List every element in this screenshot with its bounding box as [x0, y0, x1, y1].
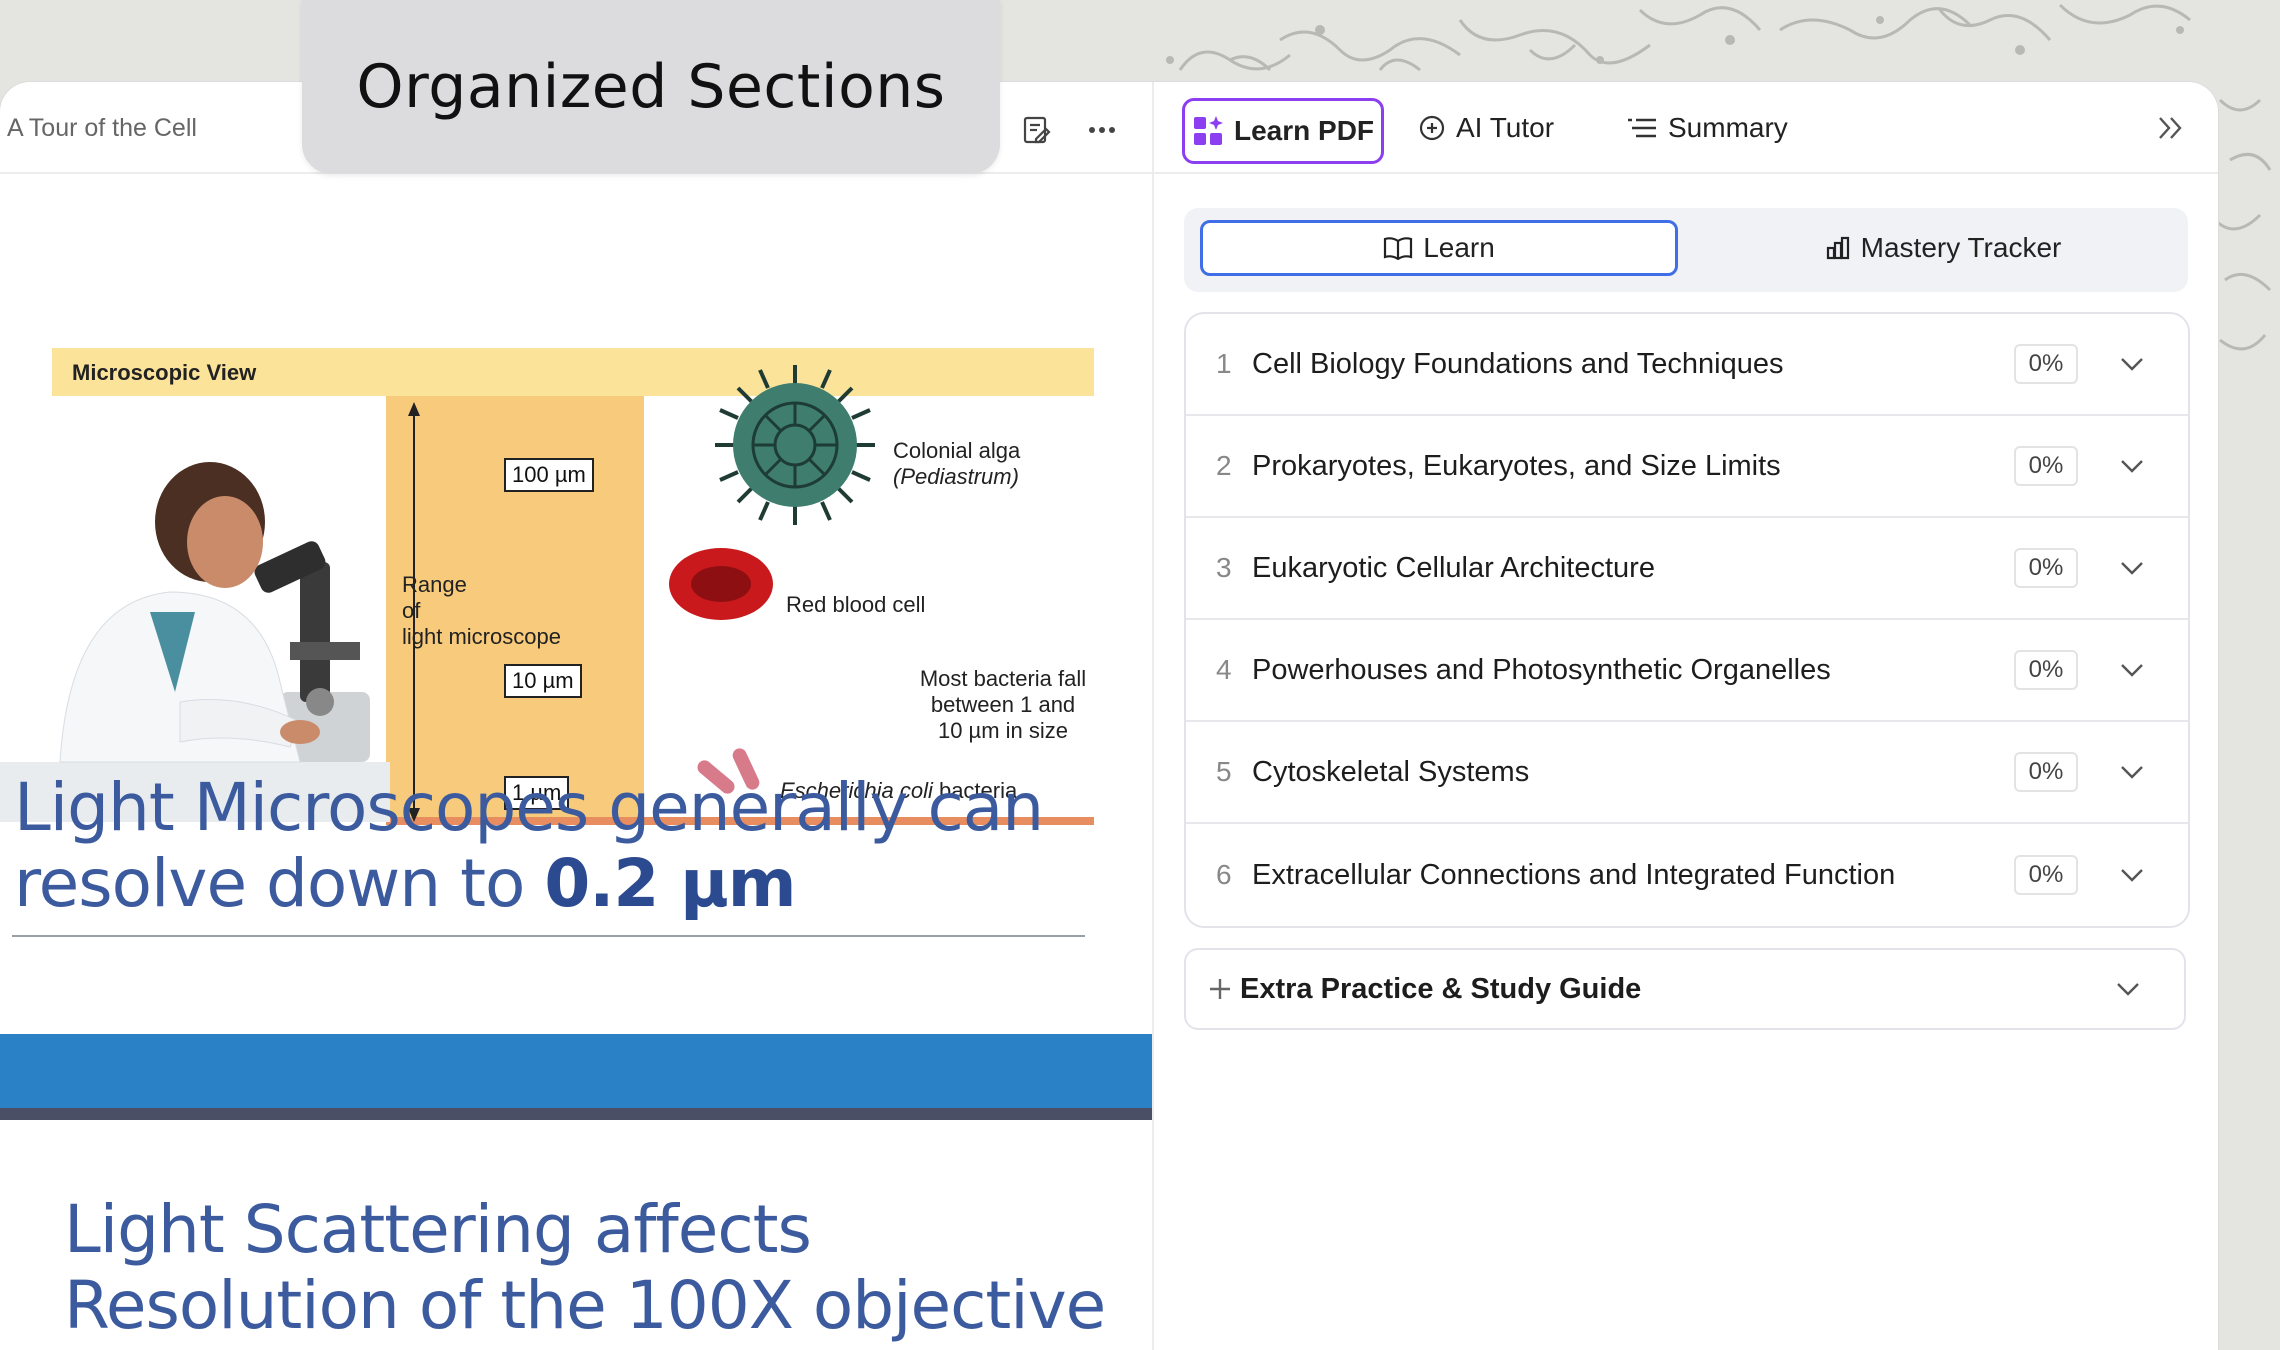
segment-mastery-tracker[interactable]: Mastery Tracker	[1704, 220, 2182, 276]
chevron-down-icon[interactable]	[2108, 969, 2148, 1009]
feature-callout-title: Organized Sections	[356, 52, 946, 122]
panel-tabs: Learn PDF AI Tutor Summary	[1154, 82, 2218, 174]
plus-icon	[1186, 968, 1240, 1010]
microscopic-view-figure: Microscopic View 100 µm 10 µm 1 µm Range…	[0, 262, 1152, 825]
figure-band-label: Microscopic View	[72, 360, 257, 385]
section-row[interactable]: 6 Extracellular Connections and Integrat…	[1186, 824, 2188, 926]
section-number: 5	[1216, 756, 1232, 787]
chevron-down-icon[interactable]	[2112, 650, 2152, 690]
section-progress-badge: 0%	[2014, 344, 2078, 384]
colonial-alga-image	[715, 365, 875, 525]
section-progress-badge: 0%	[2014, 752, 2078, 792]
slide-separator-shadow	[0, 1108, 1152, 1120]
tab-learn-pdf[interactable]: Learn PDF	[1182, 98, 1384, 164]
tab-ai-tutor[interactable]: AI Tutor	[1418, 98, 1554, 158]
slide-heading-scattering: Light Scattering affects Resolution of t…	[64, 1191, 1106, 1344]
section-progress-badge: 0%	[2014, 650, 2078, 690]
size-label-10um: 10 µm	[504, 664, 582, 698]
section-row[interactable]: 4 Powerhouses and Photosynthetic Organel…	[1186, 620, 2188, 722]
slide-heading-resolution: Light Microscopes generally can resolve …	[14, 769, 1044, 922]
chevron-down-icon[interactable]	[2112, 752, 2152, 792]
background-texture-right	[2213, 98, 2272, 351]
section-progress-badge: 0%	[2014, 548, 2078, 588]
feature-callout-tab: Organized Sections	[302, 0, 1000, 174]
extra-practice-section[interactable]: Extra Practice & Study Guide	[1184, 948, 2186, 1030]
section-title: Extracellular Connections and Integrated…	[1252, 858, 1896, 891]
learn-pdf-icon	[1193, 116, 1223, 145]
red-blood-cell-image	[669, 548, 773, 620]
sections-list: 1 Cell Biology Foundations and Technique…	[1184, 312, 2190, 928]
summary-list-icon	[1628, 118, 1656, 138]
slide-separator-bar	[0, 1034, 1152, 1108]
bar-chart-icon	[1826, 236, 1849, 260]
chevron-down-icon[interactable]	[2112, 548, 2152, 588]
chevron-down-icon[interactable]	[2112, 446, 2152, 486]
book-icon	[1384, 237, 1413, 260]
section-title: Eukaryotic Cellular Architecture	[1252, 551, 1655, 584]
collapse-panel-icon[interactable]	[2150, 108, 2190, 148]
section-row[interactable]: 2 Prokaryotes, Eukaryotes, and Size Limi…	[1186, 416, 2188, 518]
bacteria-note: Most bacteria fall between 1 and 10 µm i…	[919, 666, 1087, 743]
section-number: 3	[1216, 552, 1232, 583]
learn-panel: Learn PDF AI Tutor Summary Learn Mastery…	[1154, 82, 2218, 1350]
scientist-microscope-image	[0, 462, 390, 822]
heading-divider	[12, 935, 1085, 937]
chevron-down-icon[interactable]	[2112, 855, 2152, 895]
range-label: Range of light microscope	[402, 572, 561, 649]
section-title: Prokaryotes, Eukaryotes, and Size Limits	[1252, 449, 1781, 482]
section-number: 2	[1216, 450, 1232, 481]
document-title: A Tour of the Cell	[7, 114, 197, 142]
notes-icon[interactable]	[1018, 112, 1054, 148]
segment-learn[interactable]: Learn	[1200, 220, 1678, 276]
section-row[interactable]: 1 Cell Biology Foundations and Technique…	[1186, 314, 2188, 416]
more-options-icon[interactable]	[1084, 112, 1120, 148]
section-progress-badge: 0%	[2014, 855, 2078, 895]
tab-summary[interactable]: Summary	[1626, 98, 1788, 158]
app-window: A Tour of the Cell Microscopic View 100 …	[0, 82, 2218, 1350]
size-label-100um: 100 µm	[504, 458, 594, 492]
section-row[interactable]: 5 Cytoskeletal Systems 0%	[1186, 722, 2188, 824]
section-title: Powerhouses and Photosynthetic Organelle…	[1252, 653, 1831, 686]
learn-mode-switch: Learn Mastery Tracker	[1184, 208, 2188, 292]
pdf-viewer: A Tour of the Cell Microscopic View 100 …	[0, 82, 1154, 1350]
section-title: Cell Biology Foundations and Techniques	[1252, 347, 1784, 380]
section-row[interactable]: 3 Eukaryotic Cellular Architecture 0%	[1186, 518, 2188, 620]
section-progress-badge: 0%	[2014, 446, 2078, 486]
section-number: 4	[1216, 654, 1232, 685]
alga-label: Colonial alga (Pediastrum)	[893, 438, 1021, 489]
section-number: 6	[1216, 859, 1232, 890]
section-number: 1	[1216, 348, 1232, 379]
chevron-down-icon[interactable]	[2112, 344, 2152, 384]
extra-practice-title: Extra Practice & Study Guide	[1240, 972, 1642, 1005]
rbc-label: Red blood cell	[786, 592, 926, 617]
section-title: Cytoskeletal Systems	[1252, 755, 1530, 788]
ai-tutor-icon	[1419, 115, 1445, 141]
